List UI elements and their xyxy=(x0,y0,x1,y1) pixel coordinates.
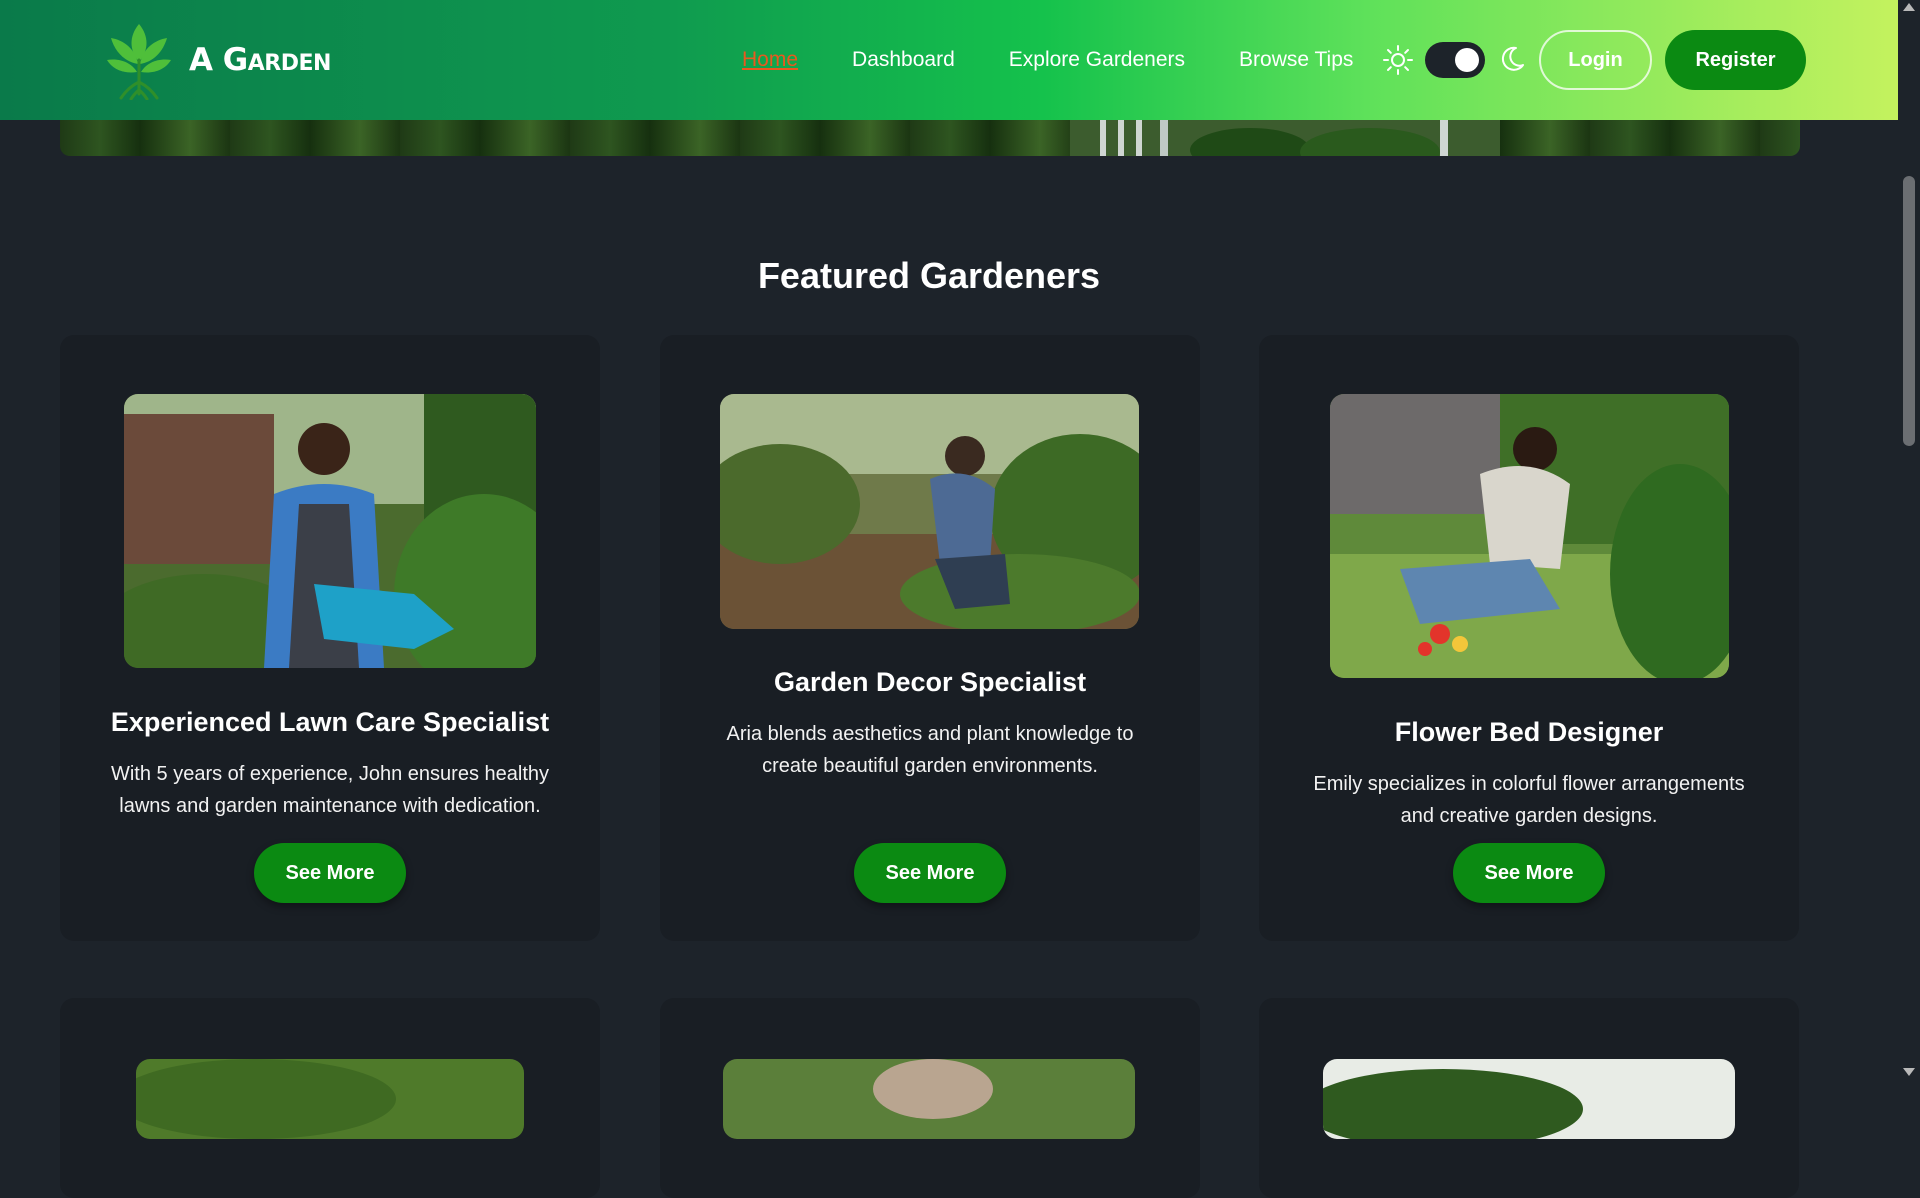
scroll-down-arrow-icon[interactable] xyxy=(1903,1068,1915,1076)
gardener-card xyxy=(1259,998,1799,1198)
gardener-photo xyxy=(723,1059,1135,1139)
login-button[interactable]: Login xyxy=(1539,30,1652,90)
see-more-button[interactable]: See More xyxy=(1453,843,1605,903)
sun-icon[interactable] xyxy=(1382,44,1414,76)
card-title: Flower Bed Designer xyxy=(1394,717,1664,747)
section-title: Featured Gardeners xyxy=(757,254,1101,296)
brand-logo[interactable]: A Garden xyxy=(105,20,331,100)
hero-banner-image xyxy=(60,118,1800,156)
nav-link-browse-tips[interactable]: Browse Tips xyxy=(1239,48,1353,72)
card-description: Aria blends aesthetics and plant knowled… xyxy=(726,723,1134,777)
theme-toggle[interactable] xyxy=(1425,42,1485,78)
gardener-card xyxy=(660,998,1200,1198)
page-scrollbar[interactable] xyxy=(1898,0,1920,1080)
gardener-photo xyxy=(124,394,536,668)
gardener-photo xyxy=(136,1059,524,1139)
card-title: Experienced Lawn Care Specialist xyxy=(110,707,550,737)
main-nav: Home Dashboard Explore Gardeners Browse … xyxy=(742,0,1407,120)
brand-name: A Garden xyxy=(189,42,331,78)
theme-toggle-knob xyxy=(1455,48,1479,72)
see-more-button[interactable]: See More xyxy=(254,843,406,903)
navbar: A Garden Home Dashboard Explore Gardener… xyxy=(0,0,1898,120)
card-title: Garden Decor Specialist xyxy=(773,667,1087,697)
hero-banner-house-detail xyxy=(1070,118,1500,156)
nav-link-home[interactable]: Home xyxy=(742,48,798,72)
gardener-photo xyxy=(1330,394,1729,678)
gardener-card: Flower Bed Designer Emily specializes in… xyxy=(1259,335,1799,941)
card-description: Emily specializes in colorful flower arr… xyxy=(1313,773,1745,827)
see-more-button[interactable]: See More xyxy=(854,843,1006,903)
card-description: With 5 years of experience, John ensures… xyxy=(110,763,550,817)
register-button[interactable]: Register xyxy=(1665,30,1806,90)
nav-link-dashboard[interactable]: Dashboard xyxy=(852,48,955,72)
scroll-up-arrow-icon[interactable] xyxy=(1903,3,1915,11)
gardener-photo xyxy=(1323,1059,1735,1139)
gardener-photo xyxy=(720,394,1139,629)
nav-link-explore-gardeners[interactable]: Explore Gardeners xyxy=(1009,48,1185,72)
moon-icon[interactable] xyxy=(1497,44,1527,74)
gardener-card: Experienced Lawn Care Specialist With 5 … xyxy=(60,335,600,941)
leaf-tree-icon xyxy=(107,24,171,100)
scrollbar-thumb[interactable] xyxy=(1903,176,1915,446)
gardener-card: Garden Decor Specialist Aria blends aest… xyxy=(660,335,1200,941)
gardener-card xyxy=(60,998,600,1198)
